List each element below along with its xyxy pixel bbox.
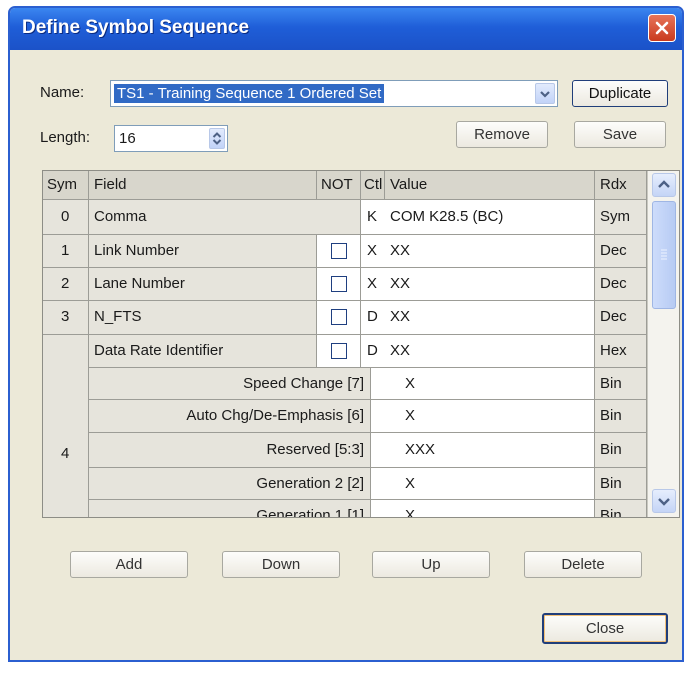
row-not-4[interactable] [317,335,361,368]
subfield-rdx[interactable]: Bin [595,500,647,517]
row-value-1[interactable]: XX [385,235,595,268]
remove-button[interactable]: Remove [456,121,548,148]
subfield-rdx[interactable]: Bin [595,368,647,400]
row-not-1[interactable] [317,235,361,268]
row-field-2[interactable]: Lane Number [89,268,317,301]
row-field-1[interactable]: Link Number [89,235,317,268]
row-ctl-1[interactable]: X [361,235,385,268]
length-value: 16 [119,130,136,147]
row-rdx-2[interactable]: Dec [595,268,647,301]
header-field[interactable]: Field [89,171,317,200]
row-sym-1[interactable]: 1 [43,235,89,268]
spin-arrows-icon[interactable] [209,128,225,149]
subfield-rdx[interactable]: Bin [595,400,647,433]
subfield-name[interactable]: Auto Chg/De-Emphasis [6] [89,400,371,433]
row-rdx-1[interactable]: Dec [595,235,647,268]
row-value-3[interactable]: XX [385,301,595,335]
chevron-down-icon [658,498,670,506]
window-title: Define Symbol Sequence [22,17,250,38]
scroll-up-button[interactable] [652,173,676,197]
name-label: Name: [40,84,85,101]
row-rdx-3[interactable]: Dec [595,301,647,335]
header-sym[interactable]: Sym [43,171,89,200]
close-icon [655,21,669,35]
symbol-table: Sym Field NOT Ctl Value Rdx 0 Comma K CO… [42,170,680,518]
row-ctl-2[interactable]: X [361,268,385,301]
title-bar[interactable]: Define Symbol Sequence [10,8,682,50]
header-not[interactable]: NOT [317,171,361,200]
subfield-name[interactable]: Speed Change [7] [89,368,371,400]
scroll-thumb[interactable] [652,201,676,309]
row-value-4[interactable]: XX [385,335,595,368]
length-label: Length: [40,129,91,146]
not-checkbox[interactable] [331,276,347,292]
close-button[interactable]: Close [542,613,668,644]
header-rdx[interactable]: Rdx [595,171,647,200]
row-rdx-4[interactable]: Hex [595,335,647,368]
row-ctl-4[interactable]: D [361,335,385,368]
header-value[interactable]: Value [385,171,595,200]
not-checkbox[interactable] [331,243,347,259]
row-field-4[interactable]: Data Rate Identifier [89,335,317,368]
scroll-down-button[interactable] [652,489,676,513]
row-sym-4[interactable]: 4 [43,335,89,517]
not-checkbox[interactable] [331,309,347,325]
row-not-3[interactable] [317,301,361,335]
subfield-value[interactable]: X [371,500,595,517]
row-sym-3[interactable]: 3 [43,301,89,335]
duplicate-button[interactable]: Duplicate [572,80,668,107]
header-ctl[interactable]: Ctl [361,171,385,200]
delete-button[interactable]: Delete [524,551,642,578]
row-sym-0[interactable]: 0 [43,200,89,235]
name-value: TS1 - Training Sequence 1 Ordered Set [114,84,385,103]
length-stepper[interactable]: 16 [114,125,228,152]
name-combobox[interactable]: TS1 - Training Sequence 1 Ordered Set [110,80,558,107]
row-sym-2[interactable]: 2 [43,268,89,301]
add-button[interactable]: Add [70,551,188,578]
subfield-name[interactable]: Generation 1 [1] [89,500,371,517]
chevron-down-icon[interactable] [535,83,555,104]
not-checkbox[interactable] [331,343,347,359]
row-ctl-3[interactable]: D [361,301,385,335]
vertical-scrollbar[interactable] [647,171,679,517]
subfield-value[interactable]: XXX [371,433,595,468]
up-button[interactable]: Up [372,551,490,578]
row-not-2[interactable] [317,268,361,301]
subfield-value[interactable]: X [371,400,595,433]
chevron-up-icon [658,180,670,188]
subfield-value[interactable]: X [371,468,595,500]
subfield-name[interactable]: Generation 2 [2] [89,468,371,500]
subfield-name[interactable]: Reserved [5:3] [89,433,371,468]
row-rdx-0[interactable]: Sym [595,200,647,235]
subfield-rdx[interactable]: Bin [595,433,647,468]
grip-icon [661,249,667,260]
row-value-2[interactable]: XX [385,268,595,301]
row-field-0[interactable]: Comma [89,200,361,235]
down-button[interactable]: Down [222,551,340,578]
row-ctl-0[interactable]: K [361,200,385,235]
subfield-rdx[interactable]: Bin [595,468,647,500]
window-close-button[interactable] [648,14,676,42]
define-symbol-sequence-dialog: Define Symbol Sequence Name: TS1 - Train… [8,6,684,662]
save-button[interactable]: Save [574,121,666,148]
row-value-0[interactable]: COM K28.5 (BC) [385,200,595,235]
row-field-3[interactable]: N_FTS [89,301,317,335]
subfield-value[interactable]: X [371,368,595,400]
